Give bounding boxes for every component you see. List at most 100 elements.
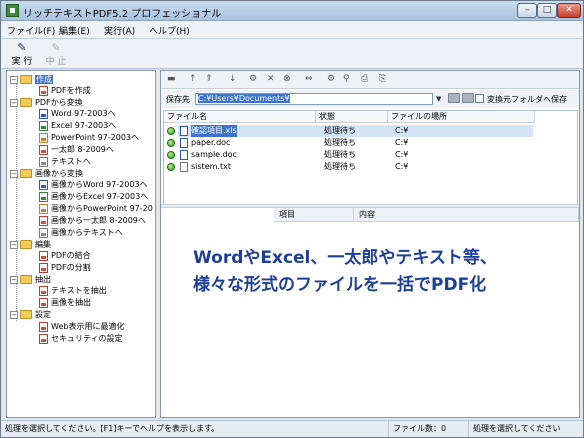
move-top-icon[interactable]: ⇑	[205, 74, 213, 84]
remove-icon[interactable]: ✕	[267, 74, 275, 84]
pdf-file-icon	[39, 321, 48, 332]
clear-icon[interactable]: ⊗	[283, 74, 291, 84]
preview-icon[interactable]: ⎙	[361, 74, 368, 84]
save-to-source-checkbox[interactable]	[475, 94, 484, 103]
tree-item-to-ichitaro[interactable]: 一太郎 8-2009へ	[39, 144, 114, 155]
run-icon: ✎	[17, 41, 27, 54]
tree-item-extract-image[interactable]: 画像を抽出	[39, 297, 91, 308]
tree-item-label: PDFを作成	[51, 86, 91, 95]
menu-edit[interactable]: 編集(E)	[59, 24, 90, 37]
collapse-icon[interactable]: −	[10, 169, 18, 178]
task-tree[interactable]: − 作成 PDFを作成 − PDFから変換 Word 97-2003へ Excel …	[6, 70, 156, 418]
text-file-icon	[180, 162, 188, 172]
file-row[interactable]: 確認項目.xls 処理待ち C:¥	[164, 125, 577, 137]
move-down-icon[interactable]: ↓	[229, 74, 237, 84]
file-location: C:¥	[395, 150, 409, 159]
move-up-icon[interactable]: ↑	[189, 74, 197, 84]
minimize-button[interactable]: –	[517, 3, 537, 18]
file-status: 処理待ち	[324, 126, 356, 135]
tree-item-img-to-excel[interactable]: 画像からExcel 97-2003へ	[39, 191, 148, 202]
collapse-icon[interactable]: −	[10, 240, 18, 249]
tree-item-img-to-ichitaro[interactable]: 画像から一太郎 8-2009へ	[39, 215, 146, 226]
tree-group-label: PDFから変換	[35, 98, 83, 107]
app-icon	[6, 4, 19, 17]
tree-item-extract-text[interactable]: テキストを抽出	[39, 285, 107, 296]
collapse-icon[interactable]: −	[10, 275, 18, 284]
folder-icon	[20, 169, 32, 178]
tree-group-label: 抽出	[35, 275, 51, 284]
stop-button[interactable]: ✎ 中 止	[39, 41, 73, 67]
collapse-icon[interactable]: −	[10, 98, 18, 107]
log-header-item[interactable]: 項目	[274, 208, 354, 222]
menu-help[interactable]: ヘルプ(H)	[149, 24, 190, 37]
promo-caption: WordやExcel、一太郎やテキスト等、 様々な形式のファイルを一括でPDF化	[193, 245, 571, 299]
tree-item-to-word[interactable]: Word 97-2003へ	[39, 108, 116, 119]
tree-group-extract[interactable]: − 抽出	[10, 274, 51, 285]
merge-icon[interactable]: ⇔	[305, 74, 313, 84]
browse-folder-icon[interactable]	[448, 93, 460, 103]
tree-item-label: 画像を抽出	[51, 298, 91, 307]
pdf-file-icon	[39, 333, 48, 344]
stop-label: 中 止	[45, 57, 67, 67]
file-location: C:¥	[395, 138, 409, 147]
log-header-content[interactable]: 内容	[354, 208, 579, 222]
tree-group-convert-from-pdf[interactable]: − PDFから変換	[10, 97, 83, 108]
stop-icon: ✎	[51, 41, 61, 54]
tree-item-label: 画像からWord 97-2003へ	[51, 180, 148, 189]
maximize-button[interactable]: □	[537, 3, 557, 18]
column-header-status[interactable]: 状態	[316, 111, 388, 123]
run-label: 実 行	[11, 57, 33, 67]
run-button[interactable]: ✎ 実 行	[5, 41, 39, 67]
file-status: 処理待ち	[324, 162, 356, 171]
save-to-source-label: 変換元フォルダへ保存	[487, 95, 567, 104]
tree-item-img-to-text[interactable]: 画像からテキストへ	[39, 227, 123, 238]
tree-item-web-optimize[interactable]: Web表示用に最適化	[39, 321, 124, 332]
word-file-icon	[39, 179, 48, 190]
tree-group-label: 画像から変換	[35, 169, 83, 178]
tree-group-label: 編集	[35, 240, 51, 249]
file-row[interactable]: sistem.txt 処理待ち C:¥	[164, 161, 577, 173]
file-status: 処理待ち	[324, 150, 356, 159]
tree-item-label: 画像からPowerPoint 97-20	[51, 204, 153, 213]
tree-item-pdf-split[interactable]: PDFの分割	[39, 262, 91, 273]
column-header-location[interactable]: ファイルの場所	[388, 111, 535, 123]
ichitaro-file-icon	[39, 144, 48, 155]
menu-file[interactable]: ファイル(F)	[7, 24, 55, 37]
collapse-icon[interactable]: −	[10, 75, 18, 84]
tree-item-to-powerpoint[interactable]: PowerPoint 97-2003へ	[39, 132, 139, 143]
menu-run[interactable]: 実行(A)	[104, 24, 135, 37]
pdf-file-icon	[39, 250, 48, 261]
open-folder-icon[interactable]: ▬	[167, 74, 176, 84]
column-header-filename[interactable]: ファイル名	[164, 111, 316, 123]
word-file-icon	[180, 150, 188, 160]
window-title: リッチテキストPDF5.2 プロフェッショナル	[23, 9, 222, 20]
tree-item-img-to-powerpoint[interactable]: 画像からPowerPoint 97-20	[39, 203, 153, 214]
tree-item-security[interactable]: セキュリティの設定	[39, 333, 123, 344]
options-icon[interactable]: ⚙	[327, 74, 335, 84]
tree-group-edit[interactable]: − 編集	[10, 239, 51, 250]
tree-item-to-excel[interactable]: Excel 97-2003へ	[39, 120, 116, 131]
new-folder-icon[interactable]	[462, 93, 474, 103]
tree-item-label: Excel 97-2003へ	[51, 121, 117, 130]
tree-group-settings[interactable]: − 設定	[10, 309, 51, 320]
close-button[interactable]: ✕	[557, 3, 581, 18]
chevron-down-icon[interactable]: ▼	[436, 93, 445, 105]
tree-item-pdf-merge[interactable]: PDFの結合	[39, 250, 91, 261]
tree-item-label: テキストへ	[51, 157, 91, 166]
tree-item-img-to-word[interactable]: 画像からWord 97-2003へ	[39, 179, 148, 190]
ready-status-icon	[167, 151, 175, 159]
tree-item-create-pdf[interactable]: PDFを作成	[39, 85, 91, 96]
file-row[interactable]: paper.doc 処理待ち C:¥	[164, 137, 577, 149]
file-row[interactable]: sample.doc 処理待ち C:¥	[164, 149, 577, 161]
ready-status-icon	[167, 163, 175, 171]
status-file-count: ファイル数：0	[389, 421, 469, 437]
collapse-icon[interactable]: −	[10, 310, 18, 319]
folder-icon	[20, 75, 32, 84]
export-icon[interactable]: ⎘	[379, 74, 386, 84]
search-icon[interactable]: ⚲	[343, 74, 350, 84]
tree-item-to-text[interactable]: テキストへ	[39, 156, 91, 167]
tree-group-create[interactable]: − 作成	[10, 74, 53, 85]
tree-group-convert-from-image[interactable]: − 画像から変換	[10, 168, 83, 179]
sort-icon[interactable]: ⚙	[249, 74, 257, 84]
save-path-input[interactable]: C:¥Users¥Documents¥	[195, 93, 433, 105]
